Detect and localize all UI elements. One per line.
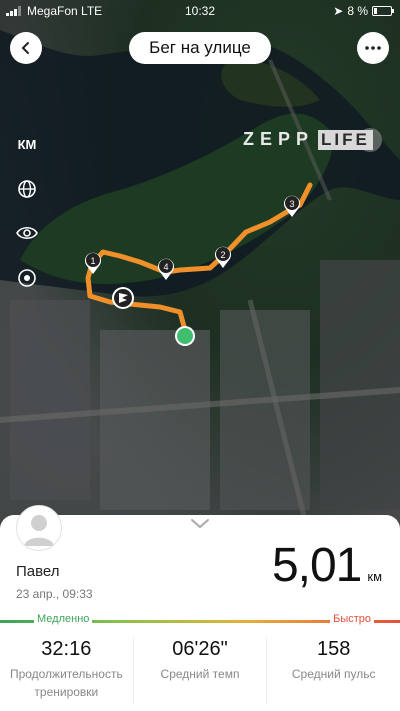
user-avatar-icon xyxy=(24,515,54,546)
unit-toggle-button[interactable]: КМ xyxy=(13,130,41,158)
svg-text:2: 2 xyxy=(220,250,225,260)
stat-label: Продолжительность тренировки xyxy=(9,667,123,699)
stat-heart-rate: 158 Средний пульс xyxy=(267,638,400,704)
svg-text:4: 4 xyxy=(163,262,168,272)
back-button[interactable] xyxy=(10,32,42,64)
user-name: Павел xyxy=(16,563,60,580)
avatar[interactable] xyxy=(16,505,62,551)
distance-value: 5,01 км xyxy=(272,538,382,593)
map-view[interactable]: 1 4 2 3 ZEPP LIFE xyxy=(0,0,400,540)
workout-date: 23 апр., 09:33 xyxy=(16,587,93,601)
stat-value: 158 xyxy=(316,638,351,660)
stat-pace: 06'26" Средний темп xyxy=(134,638,268,704)
stat-value: 32:16 xyxy=(41,638,92,660)
distance-unit: км xyxy=(367,569,382,584)
svg-text:1: 1 xyxy=(90,256,95,266)
more-dots-icon xyxy=(365,46,381,50)
status-bar: MegaFon LTE 10:32 ➤ 8 % xyxy=(0,0,400,22)
route-marker-1[interactable]: 1 xyxy=(85,252,101,274)
finish-point-icon[interactable] xyxy=(175,326,195,346)
battery-percent: 8 % xyxy=(347,4,368,18)
route-marker-4[interactable]: 4 xyxy=(158,258,174,280)
stat-label: Средний пульс xyxy=(291,667,376,681)
distance-number: 5,01 xyxy=(271,539,362,592)
target-icon xyxy=(18,269,36,287)
eye-icon xyxy=(16,226,38,240)
route-marker-3[interactable]: 3 xyxy=(284,195,300,217)
more-button[interactable] xyxy=(357,32,389,64)
globe-button[interactable] xyxy=(13,175,41,203)
page-title: Бег на улице xyxy=(129,32,271,64)
speed-slow-label: Медленно xyxy=(34,613,93,625)
stat-duration: 32:16 Продолжительность тренировки xyxy=(0,638,134,704)
start-flag-icon[interactable] xyxy=(112,287,134,309)
globe-icon xyxy=(18,180,36,198)
route-marker-2[interactable]: 2 xyxy=(215,246,231,268)
speed-fast-label: Быстро xyxy=(330,613,374,625)
stat-value: 06'26" xyxy=(172,638,228,660)
chevron-down-icon[interactable] xyxy=(190,518,210,530)
chevron-left-icon xyxy=(21,42,29,54)
stat-label: Средний темп xyxy=(160,667,240,681)
svg-text:3: 3 xyxy=(289,199,294,209)
visibility-button[interactable] xyxy=(13,219,41,247)
location-icon: ➤ xyxy=(333,4,344,18)
battery-icon xyxy=(372,6,394,16)
stats-row: 32:16 Продолжительность тренировки 06'26… xyxy=(0,638,400,704)
locate-button[interactable] xyxy=(13,264,41,292)
zepp-life-logo: ZEPP LIFE xyxy=(243,129,373,150)
